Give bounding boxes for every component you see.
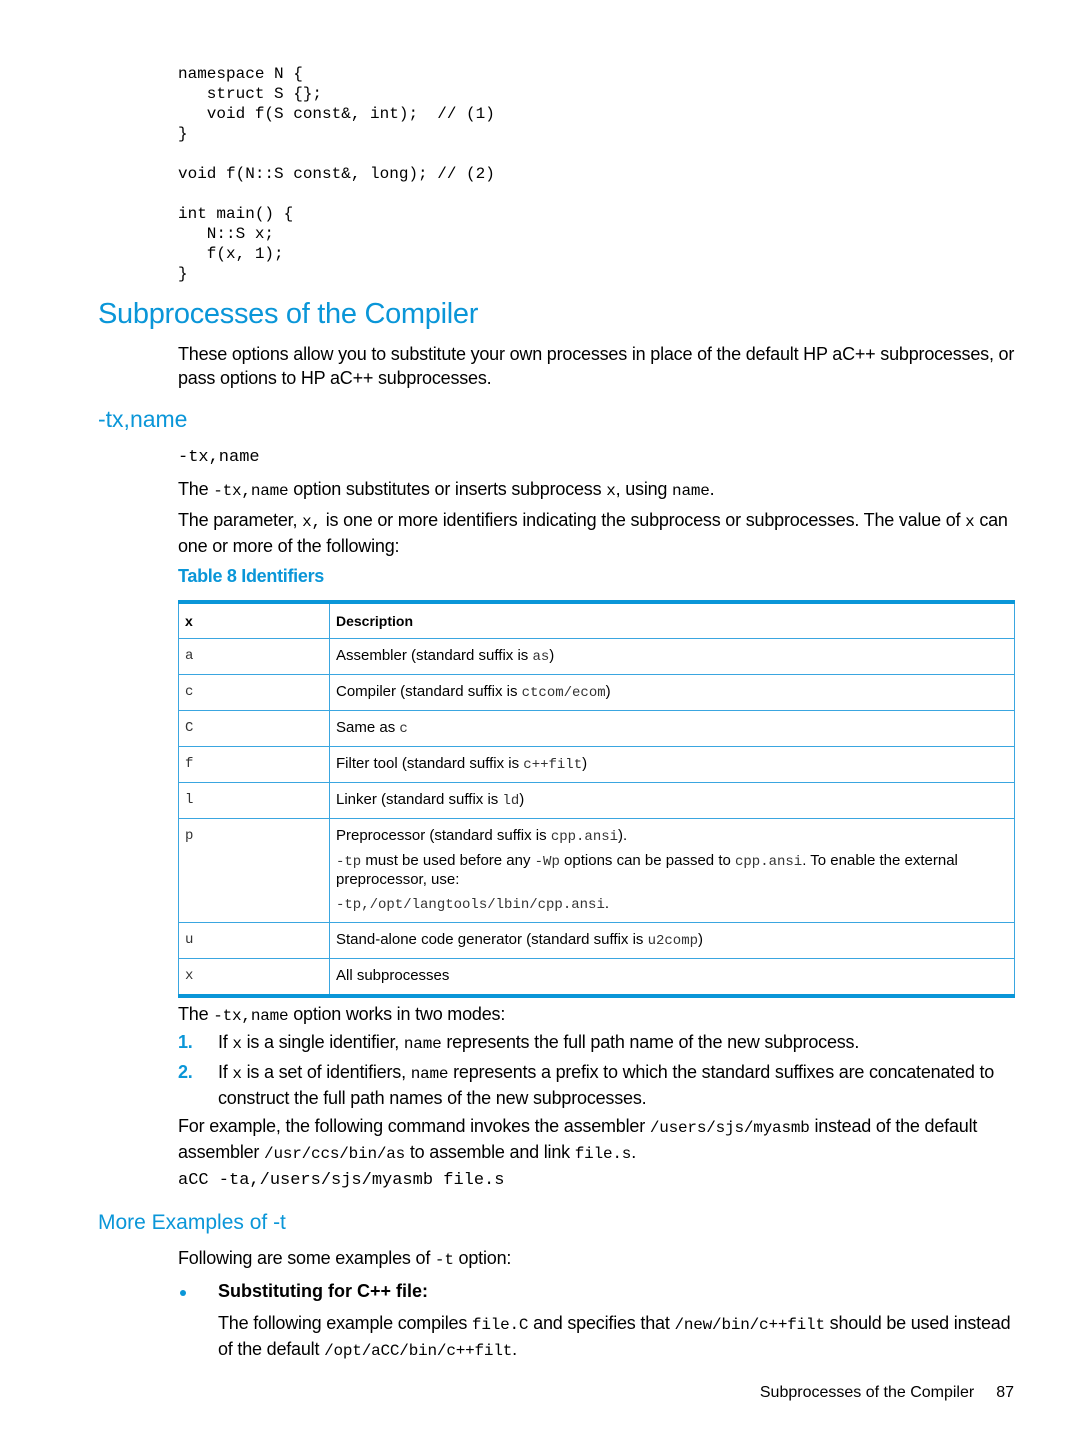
description-cell: Compiler (standard suffix is ctcom/ecom) xyxy=(329,674,1015,711)
code-line: void f(S const&, int); // (1) xyxy=(178,105,495,123)
code-line: } xyxy=(178,125,188,143)
example-command: aCC -ta,/users/sjs/myasmb file.s xyxy=(178,1171,505,1190)
identifier-cell: x xyxy=(178,958,330,997)
code-line: namespace N { xyxy=(178,65,303,83)
option-syntax: -tx,name xyxy=(178,448,260,467)
table-row: a Assembler (standard suffix is as) xyxy=(178,638,1015,675)
modes-list: 1. If x is a single identifier, name repr… xyxy=(178,1030,1018,1114)
table-row: C Same as c xyxy=(178,710,1015,747)
description-cell: Preprocessor (standard suffix is cpp.ans… xyxy=(329,818,1015,923)
footer-section-title: Subprocesses of the Compiler xyxy=(759,1384,975,1401)
description-cell: Filter tool (standard suffix is c++filt) xyxy=(329,746,1015,783)
code-line: f(x, 1); xyxy=(178,245,284,263)
preprocessor-example: -tp,/opt/langtools/lbin/cpp.ansi. xyxy=(336,895,610,913)
option-description: The -tx,name option substitutes or inser… xyxy=(178,479,715,500)
identifier-cell: u xyxy=(178,922,330,959)
table-row: l Linker (standard suffix is ld) xyxy=(178,782,1015,819)
option-heading: -tx,name xyxy=(98,406,188,432)
description-cell: Stand-alone code generator (standard suf… xyxy=(329,922,1015,959)
more-examples-intro: Following are some examples of -t option… xyxy=(178,1248,512,1269)
description-cell: Linker (standard suffix is ld) xyxy=(329,782,1015,819)
identifier-cell: C xyxy=(178,710,330,747)
table-row: c Compiler (standard suffix is ctcom/ecom… xyxy=(178,674,1015,711)
preprocessor-note: -tp must be used before any -Wp options … xyxy=(336,852,958,888)
code-line: struct S {}; xyxy=(178,85,323,103)
list-item: 1. If x is a single identifier, name repr… xyxy=(178,1032,860,1053)
page-footer: Subprocesses of the Compiler 87 xyxy=(760,1384,1014,1402)
code-line: void f(N::S const&, long); // (2) xyxy=(178,165,495,183)
parameter-description: The parameter, x, is one or more identif… xyxy=(178,510,1008,556)
section-title: Subprocesses of the Compiler xyxy=(98,298,479,330)
table-row: x All subprocesses xyxy=(178,958,1015,997)
modes-intro: The -tx,name option works in two modes: xyxy=(178,1004,506,1025)
identifier-cell: a xyxy=(178,638,330,675)
code-line: N::S x; xyxy=(178,225,275,243)
identifier-cell: p xyxy=(178,818,330,923)
table-row: u Stand-alone code generator (standard su… xyxy=(178,922,1015,959)
bullet-body: The following example compiles file.C an… xyxy=(218,1313,1011,1360)
section-intro: These options allow you to substitute yo… xyxy=(178,344,1015,388)
code-line: int main() { xyxy=(178,205,294,223)
identifiers-table: x Description a Assembler (standard suffi… xyxy=(178,600,1015,998)
code-line: } xyxy=(178,265,188,283)
more-examples-heading: More Examples of -t xyxy=(98,1211,286,1234)
code-example: namespace N { struct S {}; void f(S cons… xyxy=(178,64,495,284)
description-cell: Same as c xyxy=(329,710,1015,747)
table-header-row: x Description xyxy=(178,601,1015,639)
identifier-cell: f xyxy=(178,746,330,783)
column-header-description: Description xyxy=(329,601,1015,639)
example-paragraph: For example, the following command invok… xyxy=(178,1116,978,1163)
bullet-title: Substituting for C++ file: xyxy=(218,1281,428,1301)
table-row: p Preprocessor (standard suffix is cpp.an… xyxy=(178,818,1015,923)
table-caption: Table 8 Identifiers xyxy=(178,566,325,586)
table-row: f Filter tool (standard suffix is c++filt… xyxy=(178,746,1015,783)
list-item: 2. If x is a set of identifiers, name rep… xyxy=(178,1062,995,1108)
description-cell: Assembler (standard suffix is as) xyxy=(329,638,1015,675)
page-number: 87 xyxy=(996,1384,1014,1401)
column-header-x: x xyxy=(178,601,330,639)
bullet-icon xyxy=(180,1290,186,1296)
identifier-cell: l xyxy=(178,782,330,819)
identifier-cell: c xyxy=(178,674,330,711)
description-cell: All subprocesses xyxy=(329,958,1015,997)
